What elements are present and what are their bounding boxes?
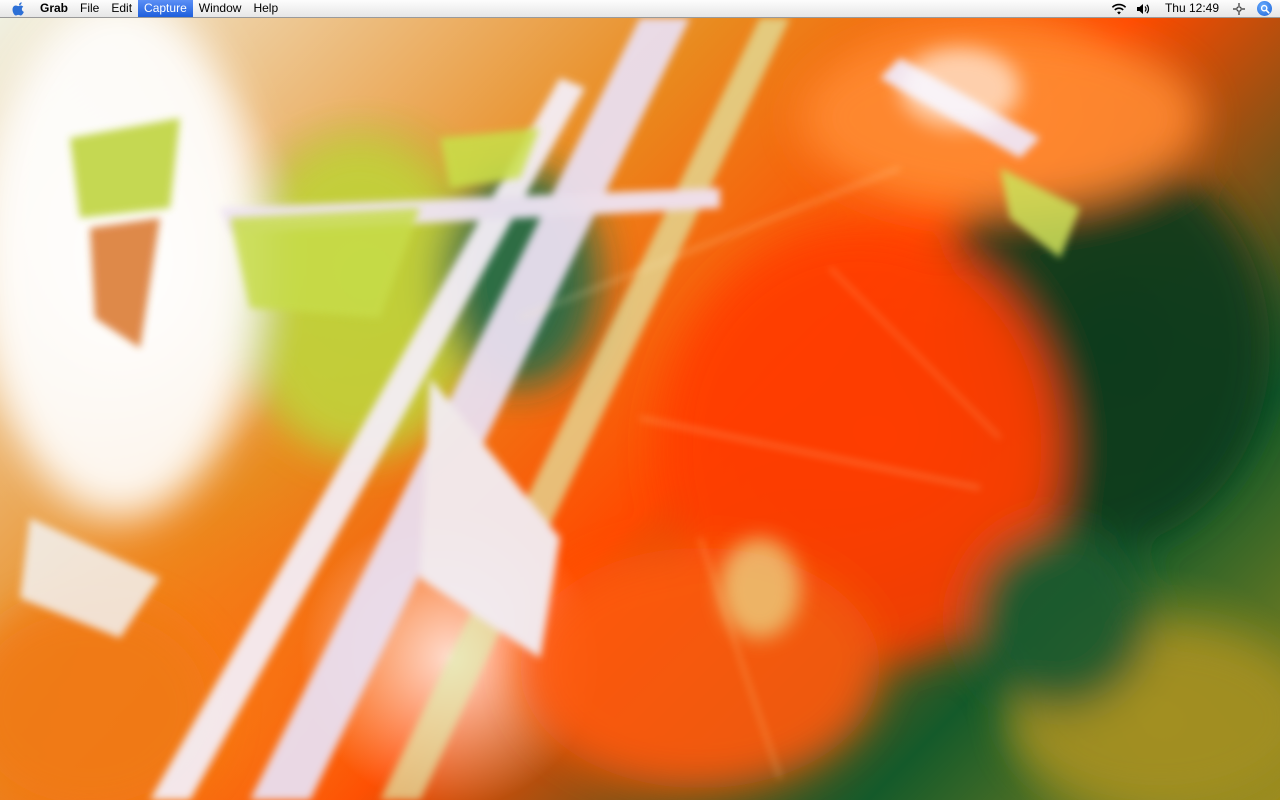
menu-capture[interactable]: Capture (138, 0, 193, 17)
menu-window[interactable]: Window (193, 0, 248, 17)
menu-bar-status-area: Thu 12:49 (1107, 0, 1280, 17)
menu-bar-clock[interactable]: Thu 12:49 (1155, 0, 1227, 17)
menu-edit[interactable]: Edit (105, 0, 138, 17)
apple-logo-icon[interactable] (8, 0, 30, 17)
menu-help[interactable]: Help (247, 0, 284, 17)
wifi-icon[interactable] (1110, 0, 1128, 17)
menu-bar: Grab File Edit Capture Window Help Thu 1… (0, 0, 1280, 18)
menu-file[interactable]: File (74, 0, 105, 17)
volume-icon[interactable] (1134, 0, 1152, 17)
move-crosshair-icon[interactable] (1230, 0, 1248, 17)
app-menu-grab[interactable]: Grab (30, 0, 74, 17)
wallpaper-artwork (0, 18, 1280, 800)
menu-bar-left: Grab File Edit Capture Window Help (0, 0, 284, 17)
spotlight-search-icon[interactable] (1257, 1, 1272, 16)
screen: Grab File Edit Capture Window Help Thu 1… (0, 0, 1280, 800)
desktop-wallpaper (0, 18, 1280, 800)
